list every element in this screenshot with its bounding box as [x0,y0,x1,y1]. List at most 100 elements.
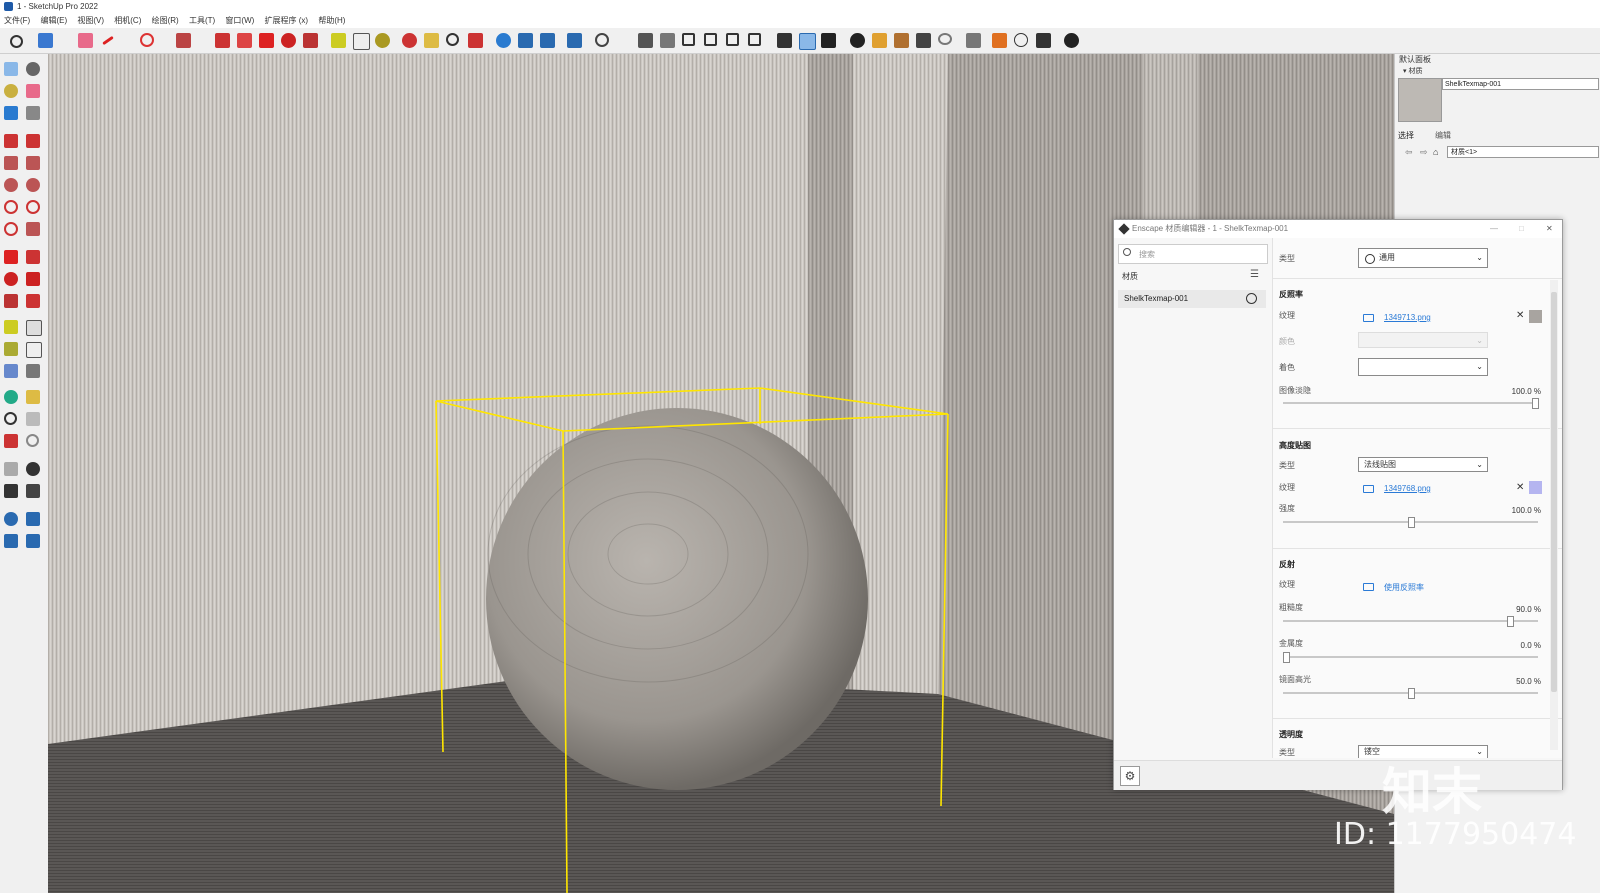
roughness-slider-thumb[interactable] [1507,616,1515,627]
forward-arrow-icon[interactable]: ⇨ [1420,147,1428,158]
select-icon[interactable] [4,62,18,76]
zoom-icon[interactable] [446,33,459,46]
text-icon[interactable] [353,33,370,50]
rotated-rectangle-icon[interactable] [26,156,40,170]
enscape-account-icon[interactable] [1064,33,1079,48]
left-view-icon[interactable] [748,33,761,46]
position-camera-icon[interactable] [4,462,18,476]
axes-icon[interactable] [4,364,18,378]
section-plane-icon[interactable] [26,484,40,498]
zoom-window-icon[interactable] [26,412,40,426]
dimension-icon[interactable] [26,320,42,336]
arc-icon[interactable] [4,200,18,214]
specular-slider-thumb[interactable] [1407,688,1415,699]
scale-icon[interactable] [4,294,18,308]
paint-bucket-icon[interactable] [375,33,390,48]
menu-edit[interactable]: 编辑(E) [40,16,67,25]
info-icon[interactable] [1014,33,1028,47]
polygon-icon[interactable] [26,178,40,192]
strength-slider-thumb[interactable] [1407,517,1415,528]
scrollbar-thumb[interactable] [1551,292,1557,692]
roughness-slider[interactable] [1283,620,1538,622]
enscape-capture-icon[interactable] [992,33,1007,48]
cloud-upload-icon[interactable] [938,33,952,45]
metallic-slider[interactable] [1283,656,1538,658]
move-icon[interactable] [259,33,274,48]
use-albedo-link[interactable]: 使用反照率 [1384,582,1424,593]
offset-icon[interactable] [26,294,40,308]
freehand-icon[interactable] [26,134,40,148]
folder-icon[interactable] [1363,314,1374,322]
gear-icon[interactable]: ⚙ [1120,766,1140,786]
menu-help[interactable]: 帮助(H) [318,16,345,25]
shaded-icon[interactable] [821,33,836,48]
minimize-icon[interactable]: — [1490,220,1498,238]
rectangle-icon[interactable] [4,156,18,170]
push-pull-icon[interactable] [26,250,40,264]
metallic-slider-thumb[interactable] [1283,652,1290,663]
enscape-sync-icon[interactable] [872,33,887,48]
menu-file[interactable]: 文件(F) [4,16,30,25]
rotate-icon[interactable] [281,33,296,48]
zoom-extents-icon[interactable] [468,33,483,48]
tab-select[interactable]: 选择 [1398,130,1414,141]
remove-height-texture-icon[interactable]: ✕ [1516,482,1524,493]
maximize-icon[interactable]: □ [1519,220,1524,238]
layout-send-icon[interactable] [4,534,18,548]
warehouse-icon[interactable] [4,512,18,526]
push-pull-icon[interactable] [215,33,230,48]
albedo-color-select[interactable]: ⌄ [1358,332,1488,348]
wireframe-icon[interactable] [799,33,816,50]
enscape-asset-library-icon[interactable] [894,33,909,48]
line-icon[interactable] [4,134,18,148]
move-icon[interactable] [4,250,18,264]
select-tool-icon[interactable] [38,33,53,48]
right-view-icon[interactable] [704,33,717,46]
paint-icon[interactable] [4,84,18,98]
component-icon[interactable] [4,106,18,120]
enscape-start-icon[interactable] [850,33,865,48]
warehouse-icon[interactable] [496,33,511,48]
layout-icon[interactable] [540,33,555,48]
zoom-extents-icon[interactable] [4,434,18,448]
orbit-icon[interactable] [402,33,417,48]
image-fade-slider-thumb[interactable] [1532,398,1539,409]
front-view-icon[interactable] [682,33,695,46]
eraser-icon[interactable] [78,33,93,48]
normal-map-swatch[interactable] [1529,481,1542,494]
menu-camera[interactable]: 相机(C) [114,16,141,25]
orbit-tool-icon[interactable] [4,390,18,404]
height-map-texture-link[interactable]: 1349768.png [1384,484,1431,493]
rotate-icon[interactable] [4,272,18,286]
follow-me-icon[interactable] [26,272,40,286]
close-icon[interactable]: ✕ [1546,220,1553,238]
text-icon[interactable] [26,342,42,358]
tab-edit[interactable]: 编辑 [1435,130,1451,141]
pie-icon[interactable] [26,222,40,236]
menu-view[interactable]: 视图(V) [77,16,104,25]
circle-icon[interactable] [4,178,18,192]
folder-icon[interactable] [1363,583,1374,591]
previous-view-icon[interactable] [26,434,39,447]
iso-view-icon[interactable] [638,33,653,48]
pencil-icon[interactable] [102,35,114,46]
two-point-arc-icon[interactable] [26,200,40,214]
three-point-arc-icon[interactable] [4,222,18,236]
material-name-field[interactable]: ShelkTexmap-001 [1442,78,1599,90]
protractor-icon[interactable] [4,342,18,356]
folder-icon[interactable] [1363,485,1374,493]
menu-window[interactable]: 窗口(W) [225,16,254,25]
menu-icon[interactable]: ☰ [1250,269,1259,280]
top-view-icon[interactable] [660,33,675,48]
back-view-icon[interactable] [726,33,739,46]
pan-icon[interactable] [26,390,40,404]
menu-tools[interactable]: 工具(T) [189,16,215,25]
materials-section-toggle[interactable]: ▾ 材质 [1403,66,1422,76]
arc-icon[interactable] [140,33,154,47]
orbit-icon[interactable] [26,62,40,76]
extension-manager-icon[interactable] [26,534,40,548]
search-icon[interactable] [10,35,23,48]
extension-warehouse-icon[interactable] [26,512,40,526]
material-type-select[interactable]: 通用 ⌄ [1358,248,1488,268]
rectangle-icon[interactable] [176,33,191,48]
